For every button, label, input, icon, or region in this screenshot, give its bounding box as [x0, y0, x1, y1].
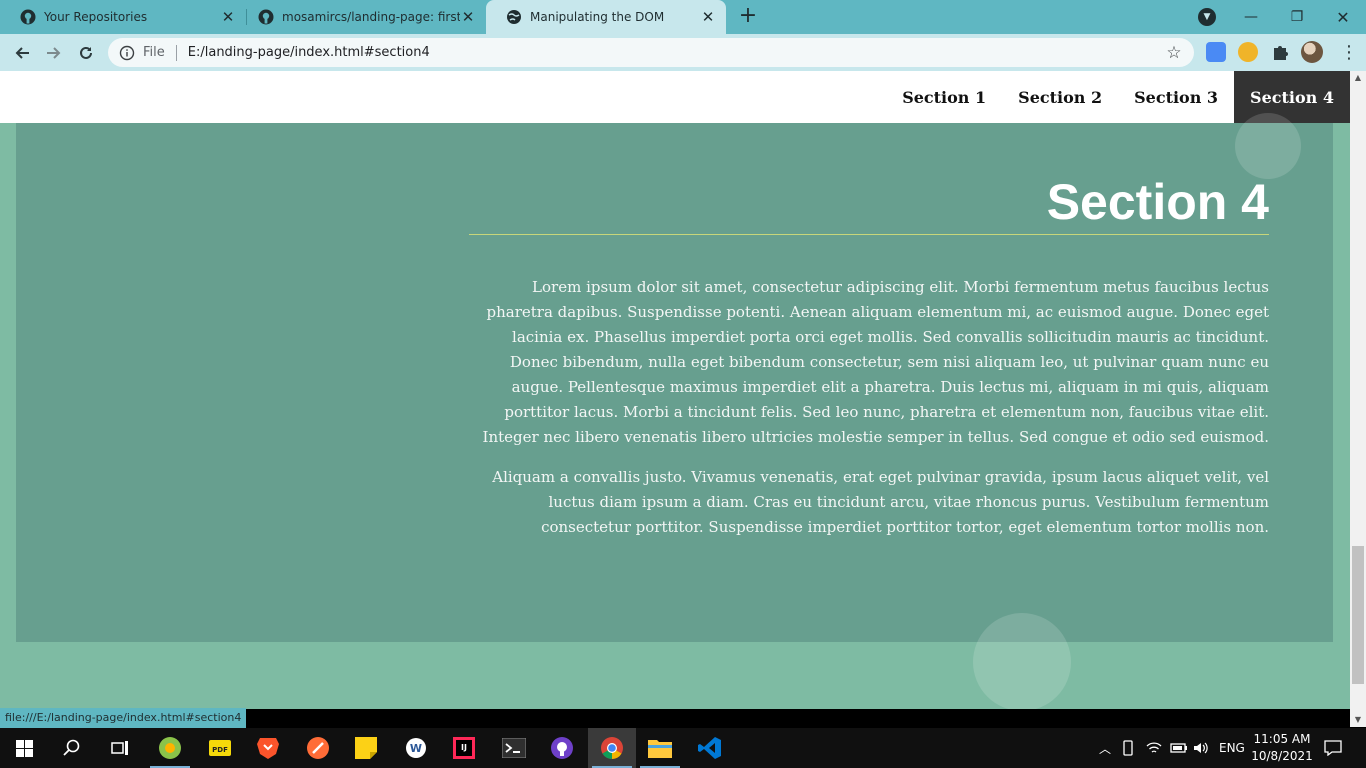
omnibox-divider [175, 44, 177, 61]
wifi-icon[interactable] [1146, 728, 1162, 768]
word-icon[interactable]: W [392, 728, 440, 768]
close-tab-icon[interactable]: ✕ [700, 9, 716, 25]
url-text[interactable]: E:/landing-page/index.html#section4 [188, 45, 1164, 60]
nav-section-2[interactable]: Section 2 [1002, 71, 1118, 123]
info-icon[interactable] [119, 45, 135, 61]
new-tab-button[interactable]: + [736, 5, 760, 29]
chrome-icon[interactable] [588, 728, 636, 768]
protocol-label: File [143, 45, 165, 60]
menu-icon[interactable]: ⋮ [1340, 42, 1358, 63]
restore-icon[interactable]: ❐ [1274, 0, 1320, 34]
search-icon[interactable] [48, 728, 96, 768]
page-viewport: Section 1 Section 2 Section 3 Section 4 … [0, 71, 1350, 709]
section-4: Section 4 Lorem ipsum dolor sit amet, co… [16, 113, 1333, 642]
close-tab-icon[interactable]: ✕ [220, 9, 236, 25]
reload-icon[interactable] [73, 40, 99, 66]
bookmark-star-icon[interactable]: ☆ [1164, 43, 1184, 63]
link-status-bubble: file:///E:/landing-page/index.html#secti… [0, 708, 247, 728]
page-scrollbar[interactable]: ▲ ▼ [1350, 71, 1366, 727]
language-indicator[interactable]: ENG [1219, 728, 1245, 768]
google-translate-icon[interactable] [1206, 42, 1226, 62]
address-bar[interactable]: File E:/landing-page/index.html#section4… [108, 38, 1194, 67]
extensions-puzzle-icon[interactable] [1270, 42, 1290, 62]
decorative-circle [973, 613, 1071, 709]
brave-icon[interactable] [244, 728, 292, 768]
page-navbar: Section 1 Section 2 Section 3 Section 4 [0, 71, 1350, 123]
section-paragraph: Aliquam a convallis justo. Vivamus venen… [492, 468, 1269, 536]
start-icon[interactable] [0, 728, 48, 768]
postman-icon[interactable] [294, 728, 342, 768]
sticky-notes-icon[interactable] [342, 728, 390, 768]
volume-icon[interactable] [1193, 728, 1209, 768]
section-heading: Section 4 [469, 172, 1269, 235]
scrollbar-thumb[interactable] [1352, 546, 1364, 684]
intellij-icon[interactable]: IJ [440, 728, 488, 768]
tab-title: mosamircs/landing-page: first pr [282, 10, 460, 24]
tab-manipulating-the-dom[interactable]: Manipulating the DOM ✕ [486, 0, 726, 34]
close-window-icon[interactable]: ✕ [1320, 0, 1366, 34]
svg-text:PDF: PDF [212, 746, 228, 754]
tab-strip: Your Repositories ✕ mosamircs/landing-pa… [0, 0, 1366, 34]
section-paragraph: Lorem ipsum dolor sit amet, consectetur … [482, 278, 1269, 446]
github-desktop-icon[interactable] [538, 728, 586, 768]
browser-toolbar: File E:/landing-page/index.html#section4… [0, 34, 1366, 71]
windows-taskbar: PDF W IJ ︿ ENG 11:05 AM 10/8/2021 [0, 728, 1366, 768]
scroll-down-arrow-icon[interactable]: ▼ [1350, 713, 1366, 727]
extension-face-icon[interactable] [1238, 42, 1258, 62]
nav-section-3[interactable]: Section 3 [1118, 71, 1234, 123]
close-tab-icon[interactable]: ✕ [460, 9, 476, 25]
svg-text:W: W [410, 742, 422, 755]
svg-text:IJ: IJ [461, 743, 467, 752]
clock-time: 11:05 AM [1253, 732, 1311, 746]
section-content: Section 4 Lorem ipsum dolor sit amet, co… [469, 172, 1269, 540]
usb-device-icon[interactable] [1122, 728, 1134, 768]
tab-title: Your Repositories [44, 10, 148, 24]
battery-icon[interactable] [1170, 728, 1188, 768]
tab-your-repositories[interactable]: Your Repositories ✕ [0, 0, 246, 34]
show-hidden-icons[interactable]: ︿ [1096, 728, 1114, 768]
task-view-icon[interactable] [96, 728, 144, 768]
back-icon[interactable] [9, 40, 35, 66]
globe-icon [506, 9, 522, 25]
file-explorer-icon[interactable] [636, 728, 684, 768]
scroll-up-arrow-icon[interactable]: ▲ [1350, 71, 1366, 85]
tab-landing-page-repo[interactable]: mosamircs/landing-page: first pr ✕ [238, 0, 486, 34]
tab-title: Manipulating the DOM [530, 10, 665, 24]
system-clock[interactable]: 11:05 AM 10/8/2021 [1250, 731, 1314, 765]
terminal-icon[interactable] [490, 728, 538, 768]
profile-avatar[interactable] [1301, 41, 1323, 63]
nav-section-4[interactable]: Section 4 [1234, 71, 1350, 123]
chromium-icon[interactable] [146, 728, 194, 768]
pdf-icon[interactable]: PDF [196, 728, 244, 768]
decorative-circle [1235, 113, 1301, 179]
minimize-icon[interactable]: — [1228, 0, 1274, 34]
nav-section-1[interactable]: Section 1 [886, 71, 1002, 123]
github-icon [258, 9, 274, 25]
tab-search-icon[interactable]: ▼ [1198, 8, 1216, 26]
forward-icon[interactable] [41, 40, 67, 66]
github-icon [20, 9, 36, 25]
notifications-icon[interactable] [1324, 728, 1342, 768]
clock-date: 10/8/2021 [1251, 749, 1313, 763]
vscode-icon[interactable] [686, 728, 734, 768]
